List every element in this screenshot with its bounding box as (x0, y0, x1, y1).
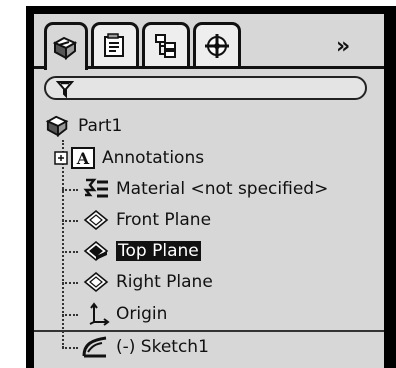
tab-configurationmanager[interactable] (142, 22, 190, 66)
tree-item-front-plane[interactable]: Front Plane (82, 207, 211, 233)
plane-icon (83, 271, 109, 293)
plane-icon (83, 240, 109, 262)
tree-item-label: (-) Sketch1 (116, 337, 209, 357)
tree-item-origin[interactable]: Origin (82, 301, 167, 327)
filter-input[interactable] (44, 76, 367, 100)
filter-icon (56, 81, 74, 98)
tree-item-label: Front Plane (116, 210, 212, 230)
tree-connector-line (62, 220, 78, 222)
tree-connector-line (62, 251, 78, 253)
tree-connector-line (62, 282, 78, 284)
featuremanager-icon (52, 36, 78, 60)
tab-overflow-button[interactable]: » (336, 34, 350, 59)
dimxpertmanager-icon (205, 33, 229, 58)
material-icon (83, 178, 108, 198)
tree-item-label: Origin (116, 304, 168, 324)
tab-featuremanager[interactable] (44, 22, 88, 70)
origin-icon (89, 302, 110, 326)
tree-item-annotations[interactable]: A Annotations (54, 145, 204, 171)
tree-item-sketch1[interactable]: (-) Sketch1 (80, 334, 209, 360)
tree-item-label: Annotations (102, 148, 205, 168)
expand-plus-icon[interactable] (54, 151, 68, 165)
propertymanager-icon (104, 32, 124, 57)
window-border-top (26, 6, 396, 14)
sketch-icon (82, 336, 107, 358)
screenshot-frame: » Part1 A Annotations Material <not spec… (0, 0, 396, 368)
tree-connector-line (62, 314, 78, 316)
svg-text:A: A (76, 149, 90, 168)
window-border-right (384, 6, 396, 368)
tree-item-top-plane[interactable]: Top Plane (82, 238, 201, 264)
tab-propertymanager[interactable] (91, 22, 139, 66)
window-border-left (26, 6, 34, 368)
configurationmanager-icon (155, 33, 176, 58)
tree-connector-line (62, 347, 78, 349)
active-tab-gap (47, 65, 85, 70)
tree-item-label: Part1 (78, 116, 123, 136)
tree-item-material[interactable]: Material <not specified> (82, 176, 328, 202)
tree-connector-line (62, 140, 64, 348)
part-icon (45, 115, 69, 138)
tree-item-label: Right Plane (116, 272, 213, 292)
tree-item-part1[interactable]: Part1 (44, 113, 122, 139)
tree-item-label: Top Plane (116, 241, 201, 261)
rollback-bar[interactable] (34, 330, 384, 332)
tree-item-label: Material <not specified> (116, 179, 329, 199)
annotations-icon: A (71, 147, 95, 169)
plane-icon (83, 209, 109, 231)
tab-dimxpertmanager[interactable] (193, 22, 241, 66)
tree-item-right-plane[interactable]: Right Plane (82, 269, 213, 295)
tab-strip-baseline (34, 66, 384, 69)
tree-connector-line (62, 189, 78, 191)
